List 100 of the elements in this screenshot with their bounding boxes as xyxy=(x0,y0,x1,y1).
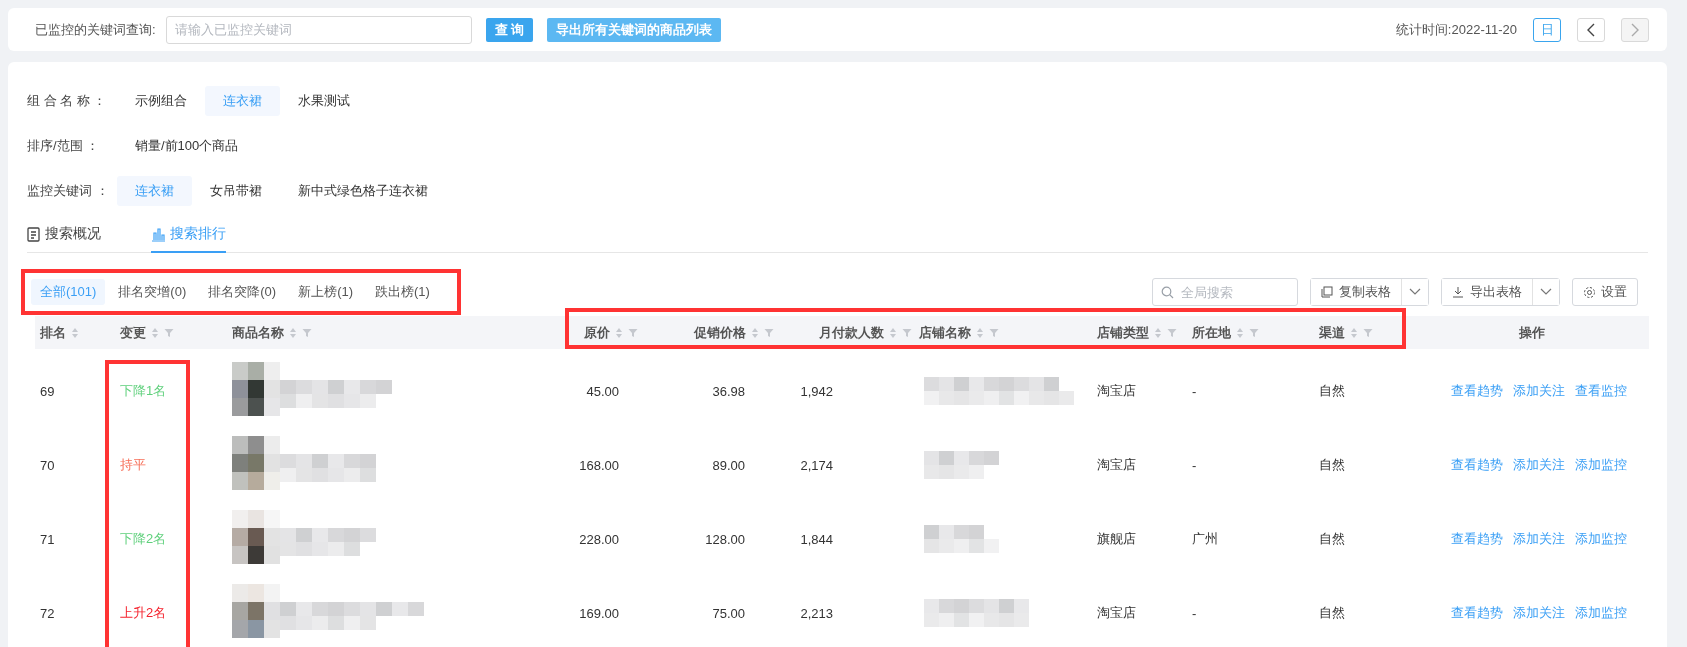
sort-icon[interactable] xyxy=(976,326,984,339)
table-cell-text: 2,174 xyxy=(799,457,834,473)
bar-chart-icon xyxy=(151,226,166,242)
column-header[interactable]: 操作 xyxy=(1409,323,1649,342)
filter-icon[interactable] xyxy=(989,327,999,338)
filter-label: 排序/范围 ： xyxy=(27,137,101,155)
header-label: 原价 xyxy=(584,323,610,342)
header-label: 促销价格 xyxy=(694,323,746,342)
filter-icon[interactable] xyxy=(302,327,312,338)
table-cell-text: 淘宝店 xyxy=(1096,382,1137,400)
table-cell-text: 128.00 xyxy=(704,531,746,547)
table-search-field[interactable]: 全局搜索 xyxy=(1152,278,1298,306)
filter-label: 组 合 名 称 ： xyxy=(27,92,108,110)
rank-change: 下降1名 xyxy=(119,382,168,400)
table-cell-text: 69 xyxy=(39,383,56,399)
sort-icon[interactable] xyxy=(71,326,79,339)
column-header[interactable]: 所在地 xyxy=(1187,323,1314,342)
stat-time: 统计时间:2022-11-20 xyxy=(1395,20,1517,39)
settings-button[interactable]: 设置 xyxy=(1572,278,1638,306)
chevron-right-icon xyxy=(1630,22,1640,37)
header-label: 排名 xyxy=(40,323,66,342)
sort-icon[interactable] xyxy=(151,326,159,339)
table-cell-text: 淘宝店 xyxy=(1096,456,1137,474)
table-cell-text: - xyxy=(1191,383,1198,399)
header-label: 商品名称 xyxy=(232,323,284,342)
column-header[interactable]: 店铺类型 xyxy=(1092,323,1187,342)
header-label: 渠道 xyxy=(1319,323,1345,342)
column-header[interactable]: 月付款人数 xyxy=(789,323,914,342)
header-label: 店铺类型 xyxy=(1097,323,1149,342)
filter-icon[interactable] xyxy=(164,327,174,338)
filter-icon[interactable] xyxy=(1249,327,1259,338)
table-cell-text: 75.00 xyxy=(711,605,746,621)
filter-label: 监控关键词 ： xyxy=(27,182,110,200)
sort-icon[interactable] xyxy=(1350,326,1358,339)
copy-icon xyxy=(1321,286,1333,298)
sort-icon[interactable] xyxy=(1236,326,1244,339)
header-label: 店铺名称 xyxy=(919,323,971,342)
filter-icon[interactable] xyxy=(1363,327,1373,338)
download-icon xyxy=(1452,286,1464,298)
keyword-search-field[interactable]: 请输入已监控关键词 xyxy=(165,15,472,44)
header-label: 月付款人数 xyxy=(819,323,884,342)
table-cell-text: - xyxy=(1191,457,1198,473)
table-cell-text: 1,942 xyxy=(799,383,834,399)
table-cell-text: 自然 xyxy=(1318,382,1346,400)
column-header[interactable]: 变更 xyxy=(115,323,227,342)
column-header[interactable]: 原价 xyxy=(564,323,674,342)
sort-icon[interactable] xyxy=(1154,326,1162,339)
rank-change: 下降2名 xyxy=(119,530,168,548)
table-cell-text: 自然 xyxy=(1318,456,1346,474)
filter-option[interactable]: 示例组合 xyxy=(117,86,205,116)
filter-option[interactable]: 销量/前100个商品 xyxy=(117,131,257,161)
column-header[interactable]: 促销价格 xyxy=(674,323,789,342)
sort-icon[interactable] xyxy=(289,326,297,339)
filter-icon[interactable] xyxy=(902,327,912,338)
filter-option[interactable]: 新中式绿色格子连衣裙 xyxy=(280,176,446,206)
filter-tab[interactable]: 排名突降(0) xyxy=(199,279,286,305)
column-header[interactable]: 渠道 xyxy=(1314,323,1409,342)
header-label: 变更 xyxy=(120,323,146,342)
rank-change: 上升2名 xyxy=(119,604,168,622)
column-header[interactable]: 店铺名称 xyxy=(914,323,1092,342)
filter-tab[interactable]: 跌出榜(1) xyxy=(366,279,439,305)
query-label: 已监控的关键词查询: xyxy=(35,20,156,39)
column-header[interactable]: 商品名称 xyxy=(227,323,564,342)
chevron-down-icon xyxy=(1540,288,1552,296)
sort-icon[interactable] xyxy=(889,326,897,339)
column-header[interactable]: 排名 xyxy=(35,323,115,342)
document-icon xyxy=(27,226,41,242)
table-cell-text: 168.00 xyxy=(578,457,620,473)
table-cell-text: 228.00 xyxy=(578,531,620,547)
filter-option[interactable]: 女吊带裙 xyxy=(192,176,280,206)
table-cell-text: 广州 xyxy=(1191,530,1219,548)
table-cell-text: 自然 xyxy=(1318,530,1346,548)
table-cell-text: 169.00 xyxy=(578,605,620,621)
chevron-down-icon xyxy=(1409,288,1421,296)
filter-icon[interactable] xyxy=(1167,327,1177,338)
filter-icon[interactable] xyxy=(628,327,638,338)
copy-table-button[interactable]: 复制表格 xyxy=(1311,279,1402,305)
sort-icon[interactable] xyxy=(751,326,759,339)
table-cell-text: - xyxy=(1191,605,1198,621)
view-tab[interactable]: 搜索概况 xyxy=(27,221,101,253)
header-label: 所在地 xyxy=(1192,323,1231,342)
filter-tab[interactable]: 新上榜(1) xyxy=(289,279,363,305)
table-cell-text: 36.98 xyxy=(711,383,746,399)
header-label: 操作 xyxy=(1518,323,1545,342)
filter-tab[interactable]: 排名突增(0) xyxy=(109,279,196,305)
table-cell-text: 71 xyxy=(39,531,56,547)
previous-button[interactable] xyxy=(1577,17,1605,42)
table-cell-text: 2,213 xyxy=(799,605,834,621)
settings-icon xyxy=(1583,285,1596,299)
table-cell-text: 淘宝店 xyxy=(1096,604,1137,622)
export-table-button[interactable]: 导出表格 xyxy=(1442,279,1533,305)
sort-icon[interactable] xyxy=(615,326,623,339)
table-cell-text: 72 xyxy=(39,605,56,621)
filter-icon[interactable] xyxy=(764,327,774,338)
filter-option[interactable]: 水果测试 xyxy=(280,86,368,116)
table-cell-text: 70 xyxy=(39,457,56,473)
table-cell-text: 旗舰店 xyxy=(1096,530,1137,548)
rank-change: 持平 xyxy=(119,456,147,474)
table-cell-text: 89.00 xyxy=(711,457,746,473)
table-cell-text: 45.00 xyxy=(585,383,620,399)
